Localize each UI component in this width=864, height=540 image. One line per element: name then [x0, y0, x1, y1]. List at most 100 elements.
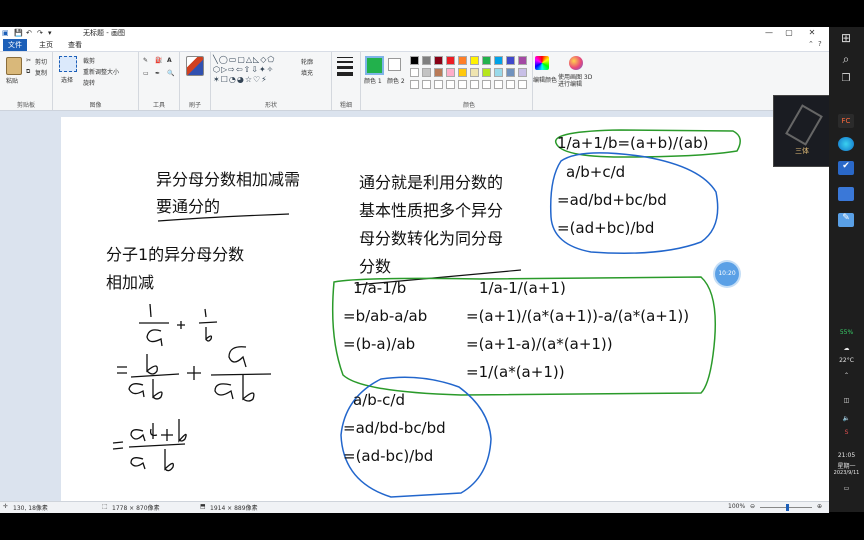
windows-icon[interactable]: ⊞	[838, 31, 854, 45]
image-group: 选择 裁剪 重新调整大小 旋转 图像	[53, 52, 139, 110]
save-icon[interactable]: 💾	[14, 29, 23, 37]
paste-icon[interactable]	[6, 57, 22, 75]
palette-swatch[interactable]	[458, 56, 467, 65]
shape-outline-button[interactable]: 轮廓	[301, 57, 313, 66]
hw-eq-1	[117, 366, 127, 374]
palette-swatch[interactable]	[482, 68, 491, 77]
custom-swatch[interactable]	[446, 80, 455, 89]
edge-icon[interactable]	[838, 137, 854, 151]
app-fc-icon[interactable]: FC	[838, 114, 854, 128]
zoom-out-button[interactable]: ⊖	[750, 503, 755, 510]
custom-swatch[interactable]	[410, 80, 419, 89]
custom-swatch[interactable]	[518, 80, 527, 89]
clock-time[interactable]: 21:05	[829, 452, 864, 459]
sub2-line-2: =(a+1)/(a*(a+1))-a/(a*(a+1))	[466, 307, 690, 325]
palette-swatch[interactable]	[434, 56, 443, 65]
select-button[interactable]: 选择	[61, 75, 73, 84]
color-picker-icon[interactable]: ✒	[155, 70, 160, 77]
palette-swatch[interactable]	[494, 68, 503, 77]
search-icon[interactable]: ⌕	[838, 52, 854, 66]
palette-swatch[interactable]	[518, 68, 527, 77]
volume-icon[interactable]: 🔈	[829, 415, 864, 422]
palette-swatch[interactable]	[410, 68, 419, 77]
palette-swatch[interactable]	[506, 56, 515, 65]
color2-swatch[interactable]	[388, 58, 401, 71]
palette-swatch[interactable]	[446, 56, 455, 65]
cut-icon[interactable]: ✂	[26, 57, 31, 64]
size-line-4[interactable]	[337, 72, 353, 76]
zoom-slider-thumb[interactable]	[786, 504, 789, 511]
select-icon[interactable]	[59, 56, 77, 72]
redo-icon[interactable]: ↷	[37, 29, 43, 37]
palette-swatch[interactable]	[422, 68, 431, 77]
brush-icon[interactable]	[186, 56, 204, 76]
palette-swatch[interactable]	[494, 56, 503, 65]
palette-swatch[interactable]	[410, 56, 419, 65]
palette-swatch[interactable]	[434, 68, 443, 77]
paint-icon[interactable]: ✎	[838, 213, 854, 227]
network-icon[interactable]: ◫	[829, 397, 864, 404]
palette-swatch[interactable]	[422, 56, 431, 65]
palette-swatch[interactable]	[446, 68, 455, 77]
tray-expand-icon[interactable]: ⌃	[829, 372, 864, 379]
video-thumbnail[interactable]: 三体	[773, 95, 831, 167]
note1-line1: 异分母分数相加减需	[156, 170, 301, 189]
tab-view[interactable]: 查看	[63, 39, 87, 51]
tab-file[interactable]: 文件	[3, 39, 27, 51]
eraser-icon[interactable]: ▭	[143, 70, 149, 77]
paint3d-icon[interactable]	[569, 56, 583, 70]
palette-swatch[interactable]	[506, 68, 515, 77]
custom-swatch[interactable]	[482, 80, 491, 89]
crop-button[interactable]: 裁剪	[83, 56, 95, 65]
palette-swatch[interactable]	[470, 56, 479, 65]
close-button[interactable]: ✕	[805, 27, 819, 39]
magnifier-icon[interactable]: 🔍	[167, 70, 174, 77]
palette-swatch[interactable]	[458, 68, 467, 77]
maximize-button[interactable]: ▢	[782, 27, 796, 39]
zoom-in-button[interactable]: ⊕	[817, 503, 822, 510]
photos-icon[interactable]	[838, 187, 854, 201]
drawing-canvas[interactable]: 异分母分数相加减需 要通分的 分子1的异分母分数 相加减 通分就是利用分数的 基…	[61, 117, 829, 501]
tab-home[interactable]: 主页	[34, 39, 58, 51]
sub2-line-3: =(a+1-a)/(a*(a+1))	[466, 335, 613, 353]
image-size: 1914 × 889像素	[210, 505, 258, 512]
weather-icon[interactable]: ☁	[829, 345, 864, 352]
custom-swatch[interactable]	[470, 80, 479, 89]
notification-icon[interactable]: ▭	[829, 485, 864, 492]
add-line-3: =(ad+bc)/bd	[557, 219, 655, 237]
edit-colors-group: 编辑颜色	[533, 52, 557, 110]
custom-swatch[interactable]	[434, 80, 443, 89]
rotate-button[interactable]: 旋转	[83, 78, 95, 87]
task-view-icon[interactable]: ❒	[838, 73, 854, 87]
workspace: 异分母分数相加减需 要通分的 分子1的异分母分数 相加减 通分就是利用分数的 基…	[0, 111, 829, 501]
custom-swatch[interactable]	[458, 80, 467, 89]
fill-icon[interactable]: ⛽	[155, 57, 162, 64]
cut-button[interactable]: 剪切	[35, 57, 47, 66]
copy-button[interactable]: 复制	[35, 68, 47, 77]
undo-icon[interactable]: ↶	[26, 29, 32, 37]
palette-swatch[interactable]	[518, 56, 527, 65]
minimize-button[interactable]: —	[762, 27, 776, 39]
pencil-icon[interactable]: ✎	[143, 57, 148, 64]
paste-button[interactable]: 粘贴	[6, 76, 18, 85]
palette-swatch[interactable]	[482, 56, 491, 65]
edit-colors-button[interactable]: 编辑颜色	[533, 75, 557, 84]
shape-fill-button[interactable]: 填充	[301, 68, 313, 77]
copy-icon[interactable]: ⧉	[26, 68, 30, 76]
custom-swatch[interactable]	[494, 80, 503, 89]
ime-icon[interactable]: S	[829, 429, 864, 436]
ribbon-collapse-icon[interactable]: ⌃	[808, 40, 814, 48]
palette-swatch[interactable]	[470, 68, 479, 77]
help-icon[interactable]: ?	[818, 40, 822, 48]
color1-swatch[interactable]	[365, 56, 384, 75]
todo-icon[interactable]: ✔	[838, 161, 854, 175]
resize-button[interactable]: 重新调整大小	[83, 67, 119, 76]
time-bubble[interactable]: 10:20	[715, 262, 739, 286]
shapes-gallery-icon[interactable]: ╲◯▭▢△◺◇⬠ ⬡▷⇨⇦⇧⇩✦✧ ✶☐◔◕☆♡⚡	[213, 55, 297, 85]
paint3d-button[interactable]: 使用画图 3D 进行编辑	[558, 74, 594, 88]
edit-colors-icon[interactable]	[535, 56, 549, 70]
custom-swatch[interactable]	[422, 80, 431, 89]
quick-access-dropdown-icon[interactable]: ▾	[48, 29, 52, 37]
custom-swatch[interactable]	[506, 80, 515, 89]
text-icon[interactable]: A	[167, 57, 172, 64]
